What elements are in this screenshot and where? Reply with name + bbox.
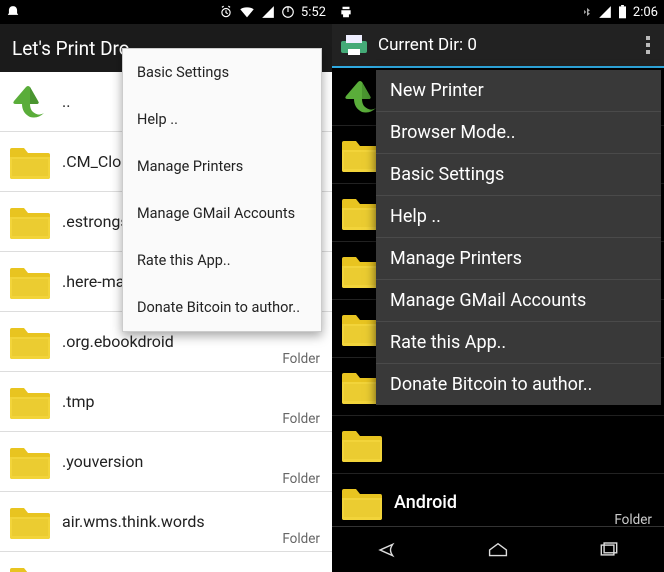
folder-icon: [340, 426, 384, 464]
app-title: Let's Print Dro: [12, 37, 130, 60]
power-icon: [281, 5, 295, 19]
folder-icon: [340, 484, 384, 522]
file-type-label: Folder: [282, 351, 320, 367]
nav-recent-button[interactable]: [579, 535, 639, 565]
print-icon: [338, 5, 354, 19]
menu-item[interactable]: Browser Mode..: [376, 112, 661, 154]
file-row[interactable]: AndroidFolder: [332, 474, 664, 532]
nav-back-button[interactable]: [357, 535, 417, 565]
overflow-menu-button[interactable]: [638, 36, 658, 54]
file-name: .org.ebookdroid: [62, 332, 322, 351]
file-row[interactable]: .youversionFolder: [0, 432, 332, 492]
file-name: .youversion: [62, 452, 322, 471]
menu-item[interactable]: Rate this App..: [123, 237, 321, 284]
folder-icon: [8, 263, 52, 301]
app-title: Current Dir: 0: [378, 35, 638, 55]
right-phone: 2:06 Current Dir: 0 FolderAndroidFolderA…: [332, 0, 664, 572]
file-row[interactable]: .tmpFolder: [0, 372, 332, 432]
alarm-icon: [219, 5, 233, 19]
file-name: .tmp: [62, 392, 322, 411]
file-row[interactable]: [332, 416, 664, 474]
menu-item[interactable]: Help ..: [123, 96, 321, 143]
file-name: Android: [394, 492, 654, 513]
nav-home-button[interactable]: [468, 535, 528, 565]
bluetooth-icon: [582, 5, 592, 19]
folder-icon: [8, 443, 52, 481]
wifi-icon: [239, 5, 255, 19]
printer-logo-icon: [338, 33, 370, 57]
menu-item[interactable]: Basic Settings: [376, 154, 661, 196]
file-row[interactable]: air.wms.think.wordsFolder: [0, 492, 332, 552]
status-bar-right: 2:06: [332, 0, 664, 24]
signal-icon: [598, 5, 612, 19]
app-bar-right: Current Dir: 0: [332, 24, 664, 68]
battery-icon: [618, 5, 627, 19]
menu-item[interactable]: Help ..: [376, 196, 661, 238]
file-row[interactable]: airdroidFolder: [0, 552, 332, 572]
notification-icon: [6, 5, 20, 19]
status-time: 2:06: [633, 5, 658, 20]
menu-item[interactable]: Rate this App..: [376, 322, 661, 364]
menu-item[interactable]: Donate Bitcoin to author..: [376, 364, 661, 405]
left-phone: 5:52 Let's Print Dro ...CM_Clo.estrongs.…: [0, 0, 332, 572]
file-type-label: Folder: [282, 411, 320, 427]
menu-item[interactable]: Manage Printers: [123, 143, 321, 190]
folder-icon: [8, 503, 52, 541]
signal-icon: [261, 5, 275, 19]
status-bar-left: 5:52: [0, 0, 332, 24]
nav-bar: [332, 526, 664, 572]
menu-item[interactable]: Manage GMail Accounts: [123, 190, 321, 237]
file-name: air.wms.think.words: [62, 512, 322, 531]
options-menu-left: Basic SettingsHelp ..Manage PrintersMana…: [122, 48, 322, 332]
folder-icon: [8, 563, 52, 572]
menu-item[interactable]: Manage GMail Accounts: [376, 280, 661, 322]
menu-item[interactable]: Donate Bitcoin to author..: [123, 284, 321, 331]
folder-icon: [8, 323, 52, 361]
status-time: 5:52: [301, 5, 326, 20]
file-type-label: Folder: [282, 531, 320, 547]
menu-item[interactable]: Basic Settings: [123, 49, 321, 96]
file-type-label: Folder: [282, 471, 320, 487]
folder-icon: [8, 143, 52, 181]
up-arrow-icon: [8, 83, 52, 121]
options-menu-right: New PrinterBrowser Mode..Basic SettingsH…: [376, 70, 661, 405]
folder-icon: [8, 383, 52, 421]
folder-icon: [8, 203, 52, 241]
menu-item[interactable]: New Printer: [376, 70, 661, 112]
menu-item[interactable]: Manage Printers: [376, 238, 661, 280]
